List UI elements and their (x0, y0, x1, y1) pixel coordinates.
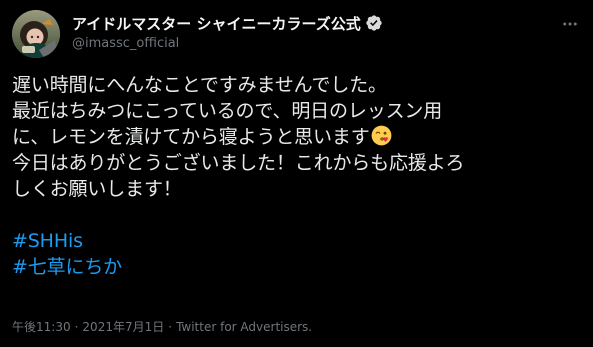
more-options-button[interactable] (559, 13, 581, 35)
tweet-source[interactable]: Twitter for Advertisers. (176, 320, 312, 334)
tweet-time[interactable]: 午後11:30 (12, 320, 71, 334)
tweet-header: アイドルマスター シャイニーカラーズ公式 @imassc_official (12, 10, 581, 58)
face-blowing-a-kiss-emoji (371, 125, 392, 146)
meta-separator-1: · (74, 320, 79, 334)
more-options-icon (563, 22, 577, 26)
tweet-date[interactable]: 2021年7月1日 (82, 320, 164, 334)
hashtag-row-2: #七草にちか (12, 254, 581, 280)
tweet-line-1: 遅い時間にへんなことですみませんでした。 (12, 74, 387, 96)
hashtag-row-1: #SHHis (12, 228, 581, 254)
hashtag-link-shhis[interactable]: #SHHis (12, 230, 83, 252)
account-names: アイドルマスター シャイニーカラーズ公式 @imassc_official (72, 12, 532, 53)
tweet-metadata: 午後11:30 · 2021年7月1日 · Twitter for Advertiser… (12, 318, 312, 336)
tweet-line-5: しくお願いします！ (12, 178, 182, 200)
avatar[interactable] (12, 10, 60, 58)
tweet-card: アイドルマスター シャイニーカラーズ公式 @imassc_official 遅い… (0, 0, 593, 347)
verified-badge-icon (366, 15, 382, 31)
hashtag-link-nanakusa-nichika[interactable]: #七草にちか (12, 256, 122, 278)
display-name[interactable]: アイドルマスター シャイニーカラーズ公式 (72, 13, 361, 34)
tweet-line-3: に、レモンを漬けてから寝ようと思います (12, 126, 370, 148)
tweet-line-3-row: に、レモンを漬けてから寝ようと思います (12, 124, 581, 150)
tweet-text: 遅い時間にへんなことですみませんでした。 最近はちみつにこっているので、明日のレ… (12, 72, 581, 280)
display-name-row: アイドルマスター シャイニーカラーズ公式 (72, 12, 532, 34)
avatar-image (12, 10, 60, 58)
handle[interactable]: @imassc_official (72, 35, 532, 53)
meta-separator-2: · (168, 320, 173, 334)
tweet-line-4: 今日はありがとうございました！これからも応援よろ (12, 152, 465, 174)
tweet-line-2: 最近はちみつにこっているので、明日のレッスン用 (12, 100, 443, 122)
